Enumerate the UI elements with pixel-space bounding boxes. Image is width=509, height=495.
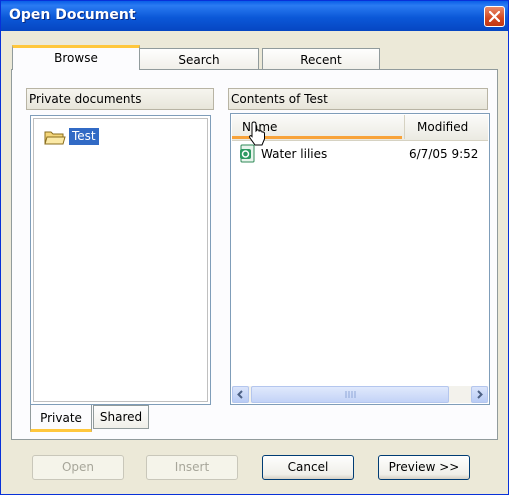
insert-button-label: Insert — [174, 460, 210, 474]
tab-browse[interactable]: Browse — [12, 45, 140, 70]
folder-tree[interactable]: Test — [30, 115, 211, 405]
tab-search-label: Search — [178, 53, 220, 67]
scroll-right-button[interactable] — [471, 386, 488, 403]
horizontal-scrollbar[interactable] — [232, 386, 488, 403]
preview-button-label: Preview >> — [388, 460, 460, 474]
scroll-thumb[interactable] — [251, 386, 449, 403]
subtab-shared[interactable]: Shared — [93, 405, 149, 429]
contents-label-text: Contents of Test — [231, 92, 328, 106]
tree-item-test-label: Test — [69, 128, 99, 145]
subtab-private[interactable]: Private — [30, 405, 92, 432]
column-modified-label: Modified — [417, 120, 469, 134]
insert-button[interactable]: Insert — [146, 455, 238, 480]
mouse-cursor-icon — [249, 121, 265, 146]
title-bar[interactable]: Open Document — [1, 1, 508, 31]
folder-open-icon — [44, 131, 66, 145]
grip-icon — [345, 391, 356, 398]
list-item-name: Water lilies — [261, 147, 328, 161]
open-button[interactable]: Open — [32, 455, 124, 480]
list-header: Name Modified — [232, 115, 488, 141]
preview-button[interactable]: Preview >> — [378, 455, 470, 480]
tab-search[interactable]: Search — [139, 48, 259, 70]
subtab-private-label: Private — [40, 411, 82, 425]
close-button[interactable] — [484, 6, 505, 27]
dialog-title: Open Document — [9, 7, 136, 23]
open-document-dialog: Open Document Browse Search Recent Priva… — [0, 0, 509, 495]
column-modified-header[interactable]: Modified — [404, 115, 490, 139]
arrow-right-icon — [477, 390, 483, 399]
scroll-left-button[interactable] — [232, 386, 249, 403]
list-item[interactable]: Water lilies 6/7/05 9:52 — [239, 144, 487, 163]
open-button-label: Open — [61, 460, 95, 474]
subtab-shared-label: Shared — [99, 410, 143, 424]
image-document-icon — [240, 144, 255, 163]
arrow-left-icon — [237, 390, 243, 399]
document-list[interactable]: Name Modified Water lilies 6/7/05 9:52 — [230, 113, 490, 405]
folder-tree-inner: Test — [33, 118, 208, 402]
tab-recent-label: Recent — [300, 53, 342, 67]
close-x-icon — [489, 11, 500, 22]
contents-label: Contents of Test — [228, 88, 488, 110]
tab-recent[interactable]: Recent — [262, 48, 380, 70]
cancel-button-label: Cancel — [287, 460, 329, 474]
list-item-modified: 6/7/05 9:52 — [409, 147, 479, 161]
tab-browse-label: Browse — [54, 51, 98, 65]
private-documents-label-text: Private documents — [29, 92, 142, 106]
private-documents-label: Private documents — [26, 88, 214, 110]
cancel-button[interactable]: Cancel — [262, 455, 354, 480]
